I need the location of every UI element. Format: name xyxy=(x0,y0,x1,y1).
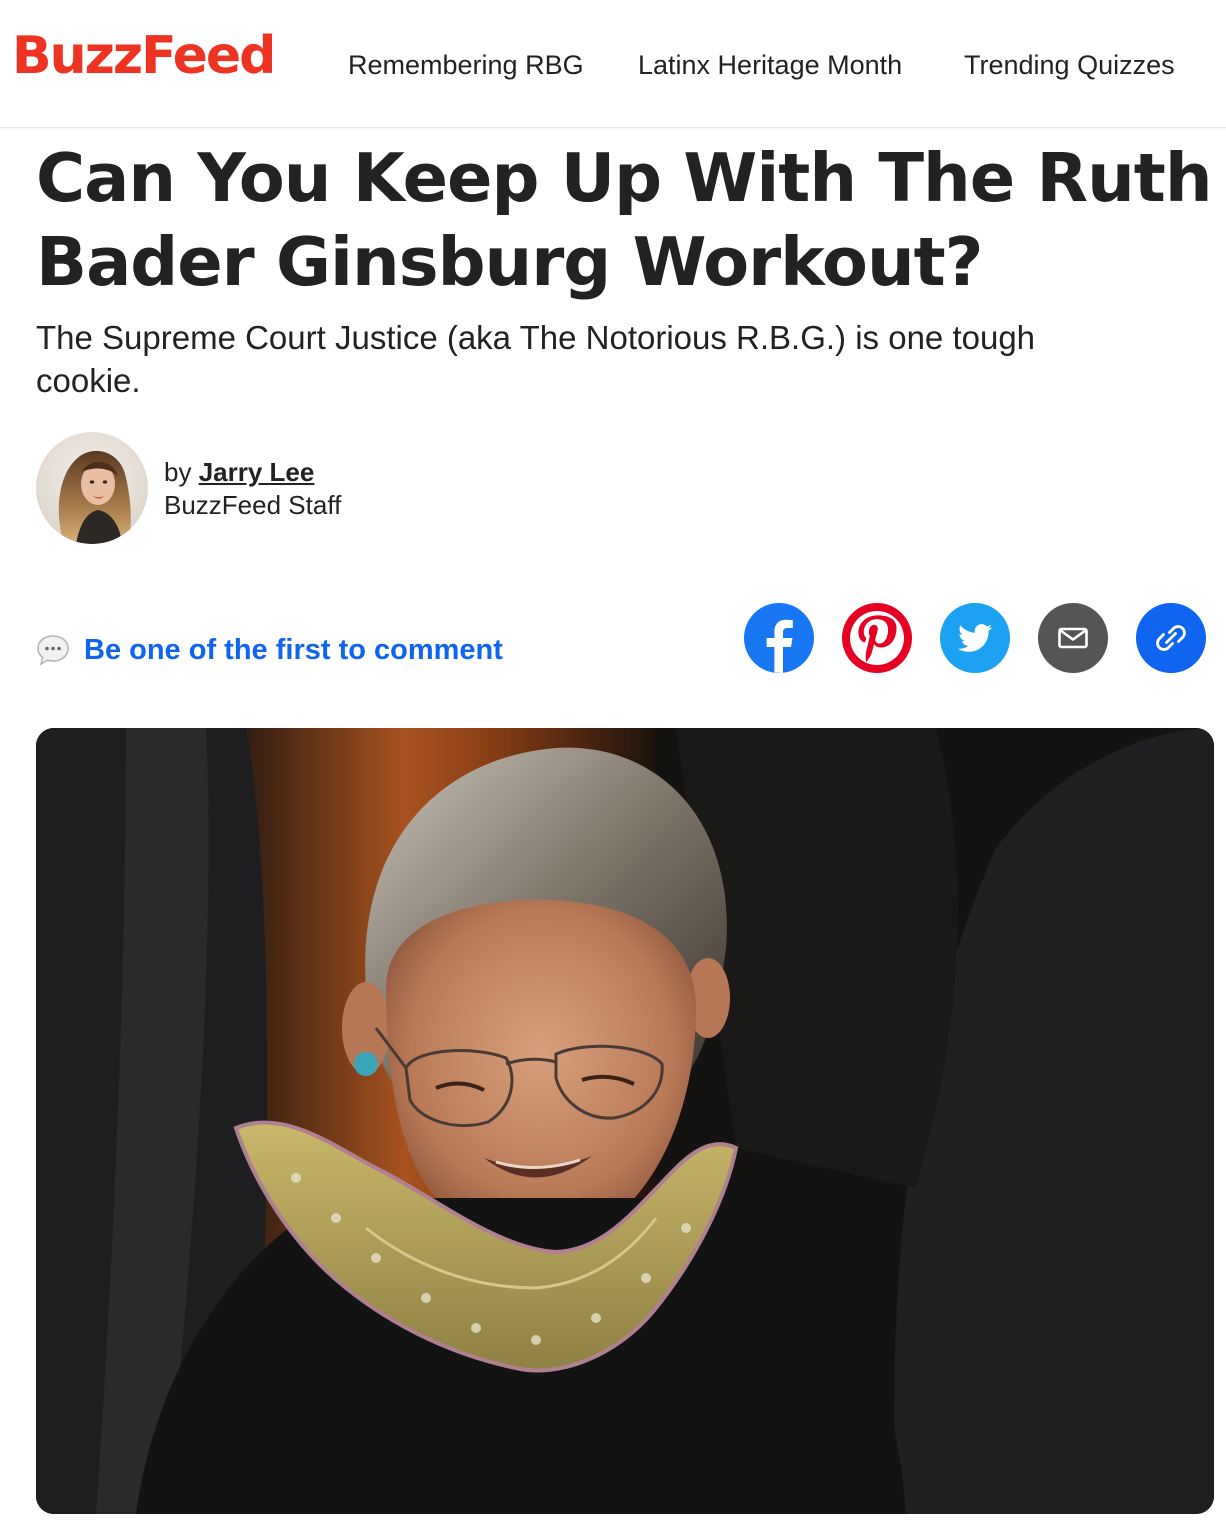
pinterest-icon xyxy=(842,603,912,673)
author-avatar[interactable] xyxy=(36,432,148,544)
share-facebook-button[interactable] xyxy=(744,603,814,673)
top-nav: Remembering RBG Latinx Heritage Month Tr… xyxy=(0,50,1226,80)
nav-link-remembering-rbg[interactable]: Remembering RBG xyxy=(348,50,584,81)
site-header: BuzzFeed Remembering RBG Latinx Heritage… xyxy=(0,0,1226,128)
article-description: The Supreme Court Justice (aka The Notor… xyxy=(36,319,1036,399)
nav-link-latinx-heritage-month[interactable]: Latinx Heritage Month xyxy=(638,50,902,81)
article-title: Can You Keep Up With The Ruth Bader Gins… xyxy=(36,139,1213,301)
hero-image xyxy=(36,728,1214,1514)
link-icon xyxy=(1136,603,1206,673)
author-link[interactable]: Jarry Lee xyxy=(199,457,315,487)
rbg-photo xyxy=(36,728,1214,1514)
comment-bubble-icon xyxy=(37,635,69,666)
byline: by Jarry Lee BuzzFeed Staff xyxy=(164,456,341,522)
share-pinterest-button[interactable] xyxy=(842,603,912,673)
email-icon xyxy=(1038,603,1108,673)
author-photo xyxy=(36,432,148,544)
byline-author-line: by Jarry Lee xyxy=(164,456,341,489)
comments-label: Be one of the first to comment xyxy=(84,633,503,666)
copy-link-button[interactable] xyxy=(1136,603,1206,673)
twitter-icon xyxy=(940,603,1010,673)
comments-link[interactable]: Be one of the first to comment xyxy=(36,630,503,670)
facebook-icon xyxy=(744,603,814,673)
author-role: BuzzFeed Staff xyxy=(164,490,342,520)
nav-link-trending-quizzes[interactable]: Trending Quizzes xyxy=(964,50,1175,81)
share-email-button[interactable] xyxy=(1038,603,1108,673)
byline-prefix: by xyxy=(164,457,192,487)
share-twitter-button[interactable] xyxy=(940,603,1010,673)
